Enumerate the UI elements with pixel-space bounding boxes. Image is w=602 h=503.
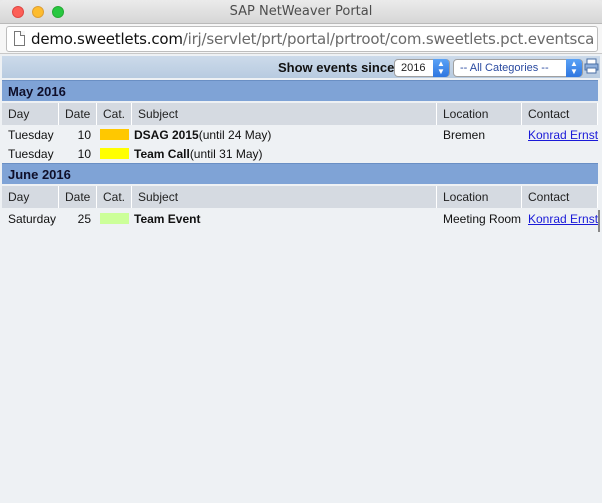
address-bar: demo.sweetlets.com/irj/servlet/prt/porta… (0, 24, 602, 54)
contact-link[interactable]: Konrad Ernst (528, 128, 598, 142)
year-select[interactable]: 2016 ▲ ▼ (394, 59, 450, 77)
column-header-contact: Contact (522, 186, 598, 208)
event-date: 25 (77, 212, 91, 226)
event-day: Tuesday (8, 147, 54, 161)
column-header-subject: Subject (132, 103, 437, 125)
event-day: Saturday (8, 212, 57, 226)
year-select-value: 2016 (401, 62, 426, 74)
calendar-toolbar: Show events since 2016 ▲ ▼ -- All Categor… (2, 56, 600, 78)
url-text: demo.sweetlets.com/irj/servlet/prt/porta… (31, 30, 593, 48)
document-icon (14, 31, 25, 46)
category-swatch (100, 129, 129, 140)
event-subject[interactable]: DSAG 2015(until 24 May) (134, 128, 271, 142)
column-header-date: Date (59, 186, 97, 208)
event-date: 10 (77, 128, 91, 142)
event-day: Tuesday (8, 128, 54, 142)
month-title: May 2016 (8, 84, 66, 99)
column-header-date: Date (59, 103, 97, 125)
contact-link[interactable]: Konrad Ernst (528, 212, 598, 226)
column-header-day: Day (2, 186, 59, 208)
column-header-day: Day (2, 103, 59, 125)
show-events-label: Show events since (278, 60, 395, 75)
event-location: Meeting Room (443, 212, 522, 226)
column-header-contact: Contact (522, 103, 598, 125)
scrollbar-indicator[interactable] (598, 210, 600, 232)
column-header-location: Location (437, 186, 522, 208)
category-select[interactable]: -- All Categories -- ▲ ▼ (453, 59, 583, 77)
url-domain: demo.sweetlets.com (31, 30, 183, 48)
month-header-may: May 2016 (2, 80, 598, 101)
category-swatch (100, 148, 129, 159)
chevron-updown-icon: ▲ ▼ (433, 59, 449, 77)
event-date: 10 (77, 147, 91, 161)
event-subject[interactable]: Team Call(until 31 May) (134, 147, 263, 161)
column-header-cat: Cat. (97, 186, 132, 208)
category-select-value: -- All Categories -- (460, 62, 549, 74)
browser-window: SAP NetWeaver Portal demo.sweetlets.com/… (0, 0, 602, 503)
url-field[interactable]: demo.sweetlets.com/irj/servlet/prt/porta… (6, 26, 598, 52)
column-header-subject: Subject (132, 186, 437, 208)
window-title: SAP NetWeaver Portal (229, 4, 373, 19)
print-icon[interactable] (584, 58, 599, 74)
month-header-june: June 2016 (2, 163, 598, 184)
title-bar: SAP NetWeaver Portal (0, 0, 602, 24)
month-title: June 2016 (8, 167, 71, 182)
event-subject[interactable]: Team Event (134, 212, 200, 226)
chevron-updown-icon: ▲ ▼ (566, 59, 582, 77)
event-location: Bremen (443, 128, 486, 142)
category-swatch (100, 213, 129, 224)
column-header-cat: Cat. (97, 103, 132, 125)
column-header-location: Location (437, 103, 522, 125)
url-path: /irj/servlet/prt/portal/prtroot/com.swee… (182, 30, 593, 48)
